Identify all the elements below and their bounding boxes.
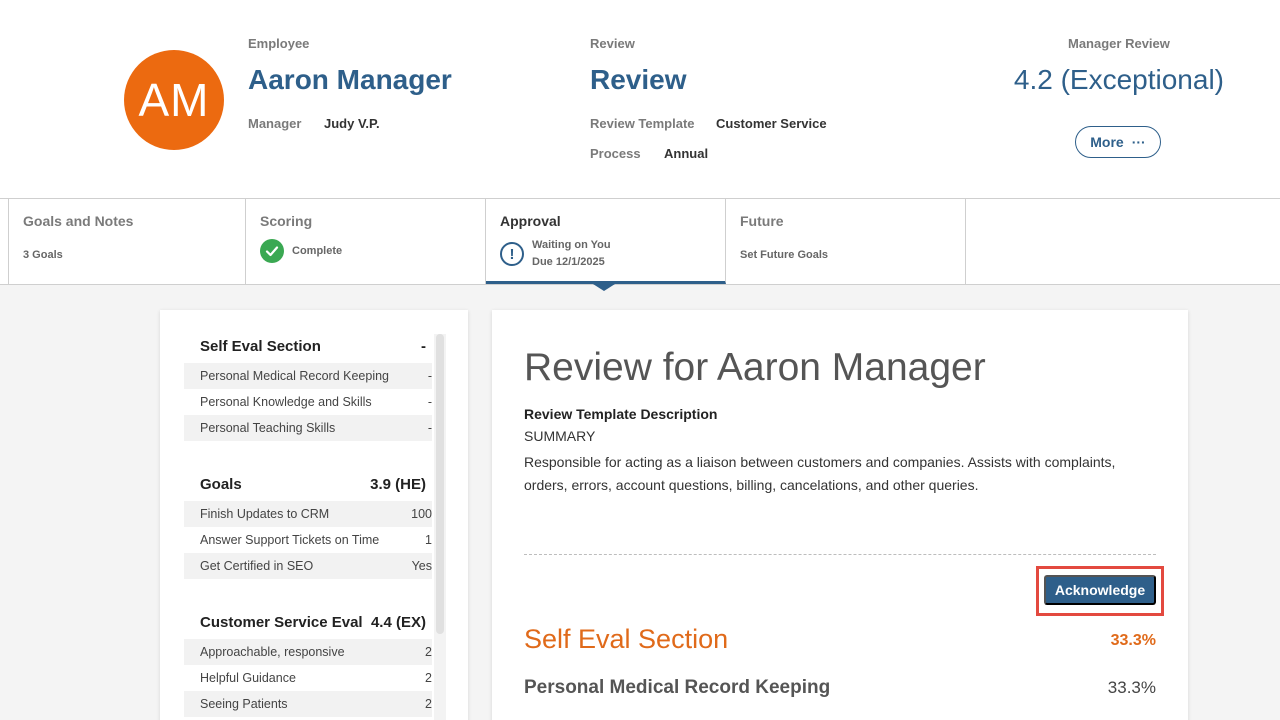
outline-section-header[interactable]: Goals 3.9 (HE)	[200, 476, 426, 493]
tab-subtitle: Set Future Goals	[740, 249, 951, 261]
review-template-value: Customer Service	[716, 116, 827, 131]
divider	[524, 554, 1156, 555]
item-value: -	[427, 369, 432, 383]
review-outline-panel: Self Eval Section - Personal Medical Rec…	[160, 310, 468, 720]
approval-due-date: Due 12/1/2025	[532, 256, 605, 268]
section-title: Self Eval Section	[524, 624, 729, 654]
outline-section-header[interactable]: Customer Service Eval 4.4 (EX)	[200, 614, 426, 631]
review-title: Review	[590, 64, 687, 95]
outline-item[interactable]: Get Certified in SEO Yes	[184, 553, 432, 579]
more-button-label: More	[1090, 134, 1124, 150]
check-circle-icon	[260, 239, 284, 263]
section-title: Customer Service Eval	[200, 614, 363, 631]
item-label: Seeing Patients	[200, 697, 288, 711]
tab-subtitle: ! Waiting on You Due 12/1/2025	[500, 237, 711, 271]
outline-item[interactable]: Answer Support Tickets on Time 1	[184, 527, 432, 553]
summary-label: SUMMARY	[524, 428, 596, 444]
item-value: 2	[425, 645, 432, 659]
item-label: Helpful Guidance	[200, 671, 296, 685]
item-value: 2	[425, 671, 432, 685]
item-label: Approachable, responsive	[200, 645, 345, 659]
template-description-heading: Review Template Description	[524, 406, 718, 422]
employee-label: Employee	[248, 36, 310, 51]
outline-item[interactable]: Approachable, responsive 2	[184, 639, 432, 665]
item-value: Yes	[411, 559, 432, 573]
avatar: AM	[124, 50, 224, 150]
approval-waiting: Waiting on You	[532, 239, 611, 251]
item-weight: 33.3%	[1107, 678, 1156, 697]
item-label: Finish Updates to CRM	[200, 507, 330, 521]
process-value: Annual	[664, 146, 709, 161]
tab-title: Approval	[500, 213, 561, 229]
item-label: Answer Support Tickets on Time	[200, 533, 380, 547]
outline-item[interactable]: Finish Updates to CRM 100	[184, 501, 432, 527]
item-value: -	[427, 421, 432, 435]
alert-circle-icon: !	[500, 242, 524, 266]
approval-status: Waiting on You Due 12/1/2025	[532, 237, 611, 271]
review-tabs: Goals and Notes 3 Goals Scoring Complete…	[0, 198, 1280, 285]
review-header: AM Employee Aaron Manager Manager Judy V…	[0, 0, 1280, 198]
tab-subtitle: 3 Goals	[23, 249, 231, 261]
more-button[interactable]: More ···	[1075, 126, 1161, 158]
ellipsis-icon: ···	[1131, 134, 1146, 150]
section-weight: 33.3%	[1110, 632, 1156, 649]
manager-review-score: 4.2 (Exceptional)	[1013, 64, 1224, 95]
item-title: Personal Medical Record Keeping	[524, 677, 831, 698]
item-value: -	[427, 395, 432, 409]
tab-subtitle: Complete	[260, 239, 471, 263]
review-detail-panel: Review for Aaron Manager Review Template…	[492, 310, 1188, 720]
goals-count: 3 Goals	[23, 249, 63, 261]
tab-future[interactable]: Future Set Future Goals	[726, 199, 966, 284]
active-tab-caret-icon	[593, 284, 615, 291]
item-value: 1	[425, 533, 432, 547]
item-label: Get Certified in SEO	[200, 559, 314, 573]
scrollbar-thumb[interactable]	[436, 334, 444, 634]
tab-scoring[interactable]: Scoring Complete	[246, 199, 486, 284]
employee-name: Aaron Manager	[248, 64, 452, 95]
section-title: Goals	[200, 476, 242, 493]
section-title: Self Eval Section	[200, 338, 321, 355]
tab-title: Future	[740, 213, 784, 229]
tab-approval[interactable]: Approval ! Waiting on You Due 12/1/2025	[486, 199, 726, 284]
section-score: 3.9 (HE)	[370, 476, 426, 493]
item-label: Personal Teaching Skills	[200, 421, 336, 435]
item-label: Personal Knowledge and Skills	[200, 395, 372, 409]
manager-label: Manager	[248, 116, 302, 131]
item-value: 100	[411, 507, 432, 521]
outline-item[interactable]: Personal Teaching Skills -	[184, 415, 432, 441]
tab-goals-and-notes[interactable]: Goals and Notes 3 Goals	[8, 199, 246, 284]
manager-review-label: Manager Review	[1068, 36, 1170, 51]
template-description-text: Responsible for acting as a liaison betw…	[524, 454, 1116, 493]
tab-title: Scoring	[260, 213, 313, 229]
outline-section-header[interactable]: Self Eval Section -	[200, 338, 426, 355]
page-title: Review for Aaron Manager	[524, 346, 986, 389]
outline-item[interactable]: Personal Knowledge and Skills -	[184, 389, 432, 415]
future-subtitle: Set Future Goals	[740, 249, 829, 261]
outline-item[interactable]: Personal Medical Record Keeping -	[184, 363, 432, 389]
section-score: -	[421, 338, 426, 355]
acknowledge-button[interactable]: Acknowledge	[1044, 575, 1156, 605]
tab-title: Goals and Notes	[23, 213, 134, 229]
process-label: Process	[590, 146, 641, 161]
outline-item[interactable]: Helpful Guidance 2	[184, 665, 432, 691]
manager-name: Judy V.P.	[324, 116, 380, 131]
review-label: Review	[590, 36, 635, 51]
section-score: 4.4 (EX)	[370, 614, 426, 631]
item-label: Personal Medical Record Keeping	[200, 369, 389, 383]
item-value: 2	[425, 697, 432, 711]
scoring-status: Complete	[292, 245, 343, 257]
review-template-label: Review Template	[590, 116, 695, 131]
outline-item[interactable]: Seeing Patients 2	[184, 691, 432, 717]
